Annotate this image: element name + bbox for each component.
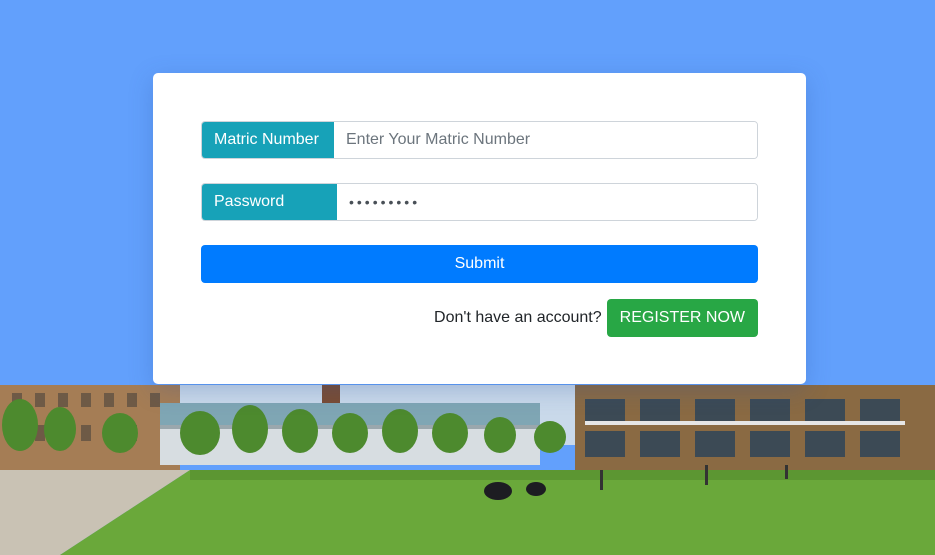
register-prompt: Don't have an account? bbox=[434, 309, 602, 326]
password-group: Password bbox=[201, 183, 758, 221]
matric-number-label: Matric Number bbox=[202, 122, 334, 158]
submit-button[interactable]: Submit bbox=[201, 245, 758, 283]
password-input[interactable] bbox=[337, 184, 757, 220]
campus-background-image bbox=[0, 385, 935, 555]
register-now-button[interactable]: REGISTER NOW bbox=[606, 299, 758, 337]
password-label: Password bbox=[202, 184, 337, 220]
login-card: Matric Number Password Submit Don't have… bbox=[153, 73, 806, 384]
register-row: Don't have an account? REGISTER NOW bbox=[434, 299, 758, 337]
matric-number-input[interactable] bbox=[334, 122, 757, 158]
matric-number-group: Matric Number bbox=[201, 121, 758, 159]
